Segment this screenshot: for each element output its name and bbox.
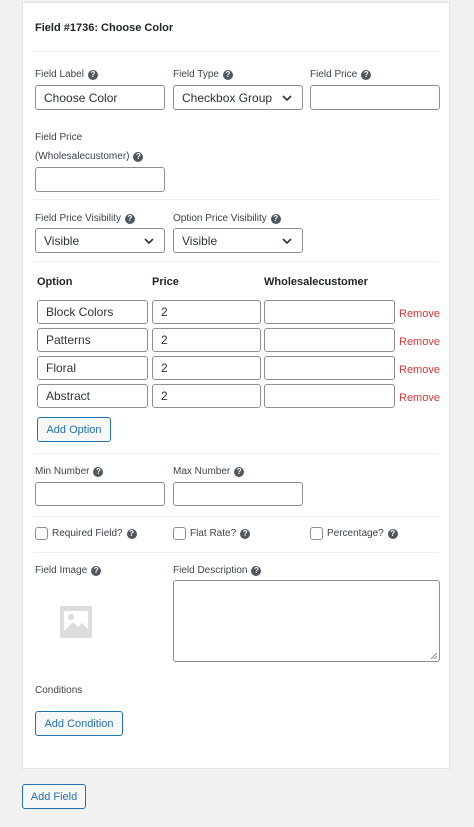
divider — [33, 261, 439, 262]
resize-handle-icon[interactable] — [431, 653, 437, 659]
help-icon[interactable]: ? — [124, 213, 135, 224]
price-visibility-select[interactable]: Visible — [35, 228, 165, 253]
option-price-input[interactable]: 2 — [152, 328, 261, 352]
wholesale-price-label-line2: (Wholesalecustomer) ? — [35, 151, 144, 162]
remove-option-link[interactable]: Remove — [399, 336, 440, 348]
required-field-checkbox[interactable]: Required Field? ? — [35, 527, 137, 540]
help-icon[interactable]: ? — [126, 528, 137, 539]
help-icon[interactable]: ? — [270, 213, 281, 224]
add-option-button[interactable]: Add Option — [37, 417, 111, 442]
help-icon[interactable]: ? — [222, 69, 233, 80]
field-price-input[interactable] — [310, 85, 440, 110]
field-label-input[interactable]: Choose Color — [35, 85, 165, 110]
field-description-textarea[interactable] — [173, 580, 440, 662]
option-price-input[interactable]: 2 — [152, 384, 261, 408]
field-panel: Field #1736: Choose Color Field Label ? … — [22, 2, 450, 769]
min-number-label: Min Number ? — [35, 466, 104, 477]
help-icon[interactable]: ? — [87, 69, 98, 80]
divider — [33, 51, 439, 52]
divider — [33, 516, 439, 517]
option-wholesale-input[interactable] — [264, 328, 395, 352]
remove-option-link[interactable]: Remove — [399, 392, 440, 404]
divider — [33, 453, 439, 454]
add-field-button[interactable]: Add Field — [22, 784, 86, 809]
chevron-down-icon — [282, 94, 292, 101]
checkbox-box[interactable] — [310, 527, 323, 540]
field-price-label: Field Price ? — [310, 69, 372, 80]
flat-rate-checkbox[interactable]: Flat Rate? ? — [173, 527, 251, 540]
wholesale-price-input[interactable] — [35, 167, 165, 192]
option-name-input[interactable]: Patterns — [37, 328, 148, 352]
option-wholesale-input[interactable] — [264, 384, 395, 408]
conditions-label: Conditions — [35, 685, 83, 696]
max-number-label: Max Number ? — [173, 466, 245, 477]
option-name-input[interactable]: Floral — [37, 356, 148, 380]
help-icon[interactable]: ? — [251, 565, 262, 576]
remove-option-link[interactable]: Remove — [399, 364, 440, 376]
field-title: Field #1736: Choose Color — [35, 22, 174, 34]
option-price-visibility-label: Option Price Visibility ? — [173, 213, 281, 224]
chevron-down-icon — [144, 237, 154, 244]
field-type-select[interactable]: Checkbox Group — [173, 85, 303, 110]
help-icon[interactable]: ? — [133, 151, 144, 162]
option-name-input[interactable]: Block Colors — [37, 300, 148, 324]
field-label-label: Field Label ? — [35, 69, 98, 80]
help-icon[interactable]: ? — [361, 69, 372, 80]
option-price-input[interactable]: 2 — [152, 356, 261, 380]
options-header-wholesale: Wholesalecustomer — [264, 276, 368, 288]
wholesale-price-label-line1: Field Price — [35, 132, 83, 143]
max-number-input[interactable] — [173, 482, 303, 506]
remove-option-link[interactable]: Remove — [399, 308, 440, 320]
field-description-label: Field Description ? — [173, 565, 262, 576]
image-placeholder-icon[interactable] — [60, 606, 92, 638]
option-price-input[interactable]: 2 — [152, 300, 261, 324]
help-icon[interactable]: ? — [93, 466, 104, 477]
help-icon[interactable]: ? — [240, 528, 251, 539]
checkbox-box[interactable] — [173, 527, 186, 540]
help-icon[interactable]: ? — [234, 466, 245, 477]
help-icon[interactable]: ? — [91, 565, 102, 576]
divider — [33, 552, 439, 553]
add-condition-button[interactable]: Add Condition — [35, 711, 123, 736]
option-wholesale-input[interactable] — [264, 300, 395, 324]
option-name-input[interactable]: Abstract — [37, 384, 148, 408]
min-number-input[interactable] — [35, 482, 165, 506]
checkbox-box[interactable] — [35, 527, 48, 540]
divider — [33, 199, 439, 200]
help-icon[interactable]: ? — [387, 528, 398, 539]
percentage-checkbox[interactable]: Percentage? ? — [310, 527, 398, 540]
field-type-label: Field Type ? — [173, 69, 233, 80]
options-header-option: Option — [37, 276, 73, 288]
price-visibility-label: Field Price Visibility ? — [35, 213, 135, 224]
field-image-label: Field Image ? — [35, 565, 102, 576]
option-price-visibility-select[interactable]: Visible — [173, 228, 303, 253]
options-header-price: Price — [152, 276, 179, 288]
chevron-down-icon — [282, 237, 292, 244]
option-wholesale-input[interactable] — [264, 356, 395, 380]
